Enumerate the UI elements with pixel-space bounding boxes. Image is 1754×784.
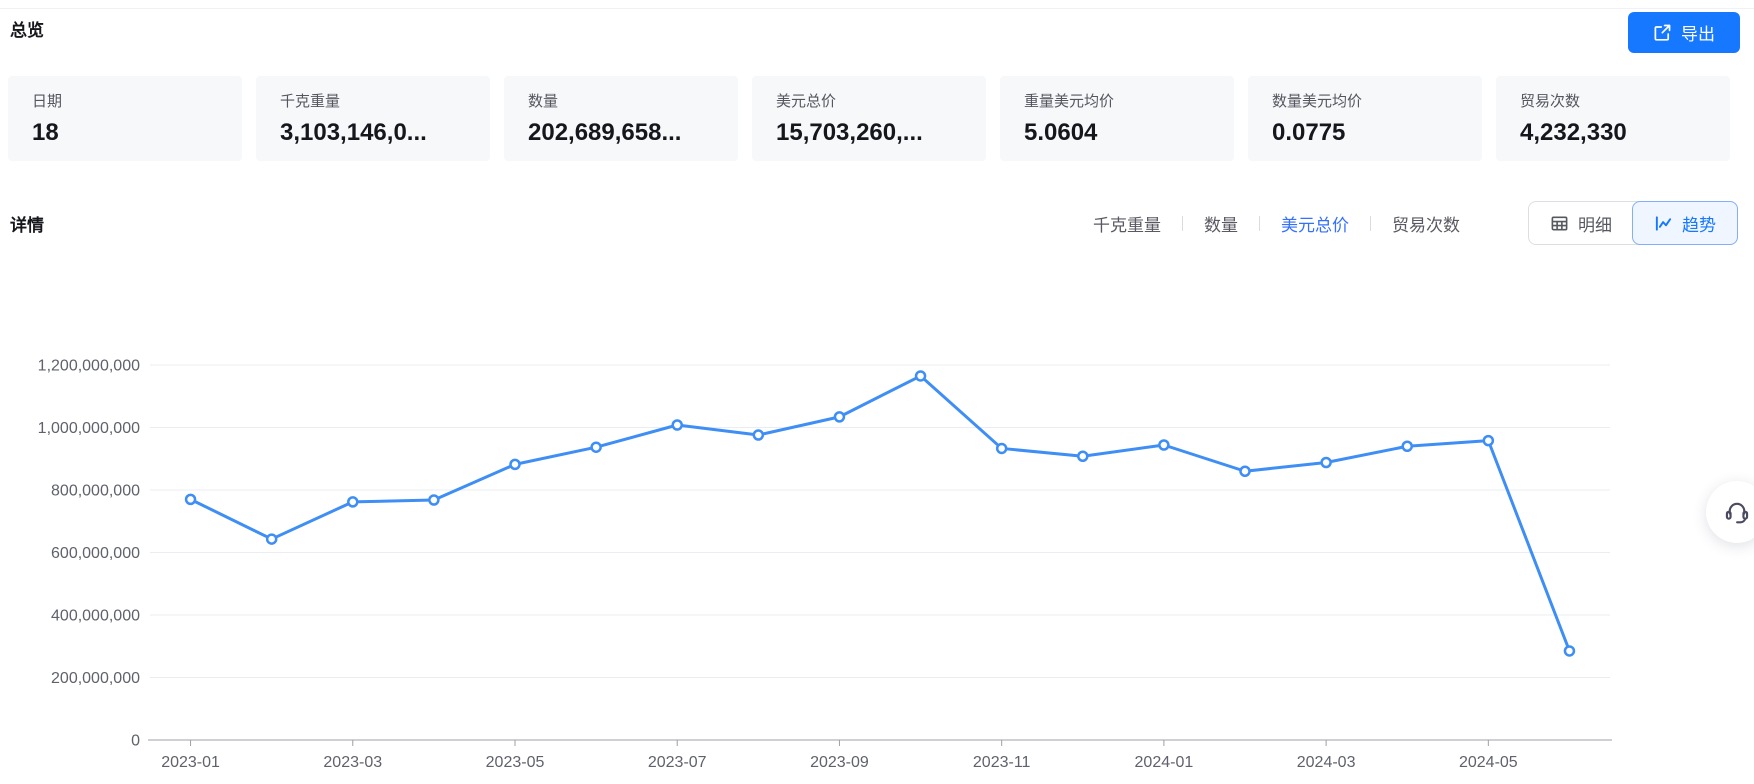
svg-text:600,000,000: 600,000,000 — [51, 545, 140, 562]
svg-text:200,000,000: 200,000,000 — [51, 670, 140, 687]
trend-chart-svg: 0 200,000,000 400,000,000 600,000,000 800,00… — [38, 358, 1612, 771]
headset-icon — [1722, 497, 1752, 527]
svg-text:400,000,000: 400,000,000 — [51, 608, 140, 625]
svg-text:0: 0 — [131, 733, 140, 750]
svg-text:2023-07: 2023-07 — [648, 754, 707, 771]
svg-text:2024-01: 2024-01 — [1135, 754, 1194, 771]
trend-chart[interactable]: 0 200,000,000 400,000,000 600,000,000 800,00… — [0, 0, 1754, 784]
svg-text:2023-09: 2023-09 — [810, 754, 869, 771]
svg-text:1,200,000,000: 1,200,000,000 — [38, 358, 140, 375]
svg-text:2023-03: 2023-03 — [323, 754, 382, 771]
svg-text:2024-03: 2024-03 — [1297, 754, 1356, 771]
svg-text:2023-01: 2023-01 — [161, 754, 220, 771]
svg-text:800,000,000: 800,000,000 — [51, 483, 140, 500]
svg-text:2023-11: 2023-11 — [973, 754, 1031, 771]
svg-text:2023-05: 2023-05 — [486, 754, 545, 771]
svg-text:1,000,000,000: 1,000,000,000 — [38, 420, 140, 437]
svg-text:2024-05: 2024-05 — [1459, 754, 1518, 771]
